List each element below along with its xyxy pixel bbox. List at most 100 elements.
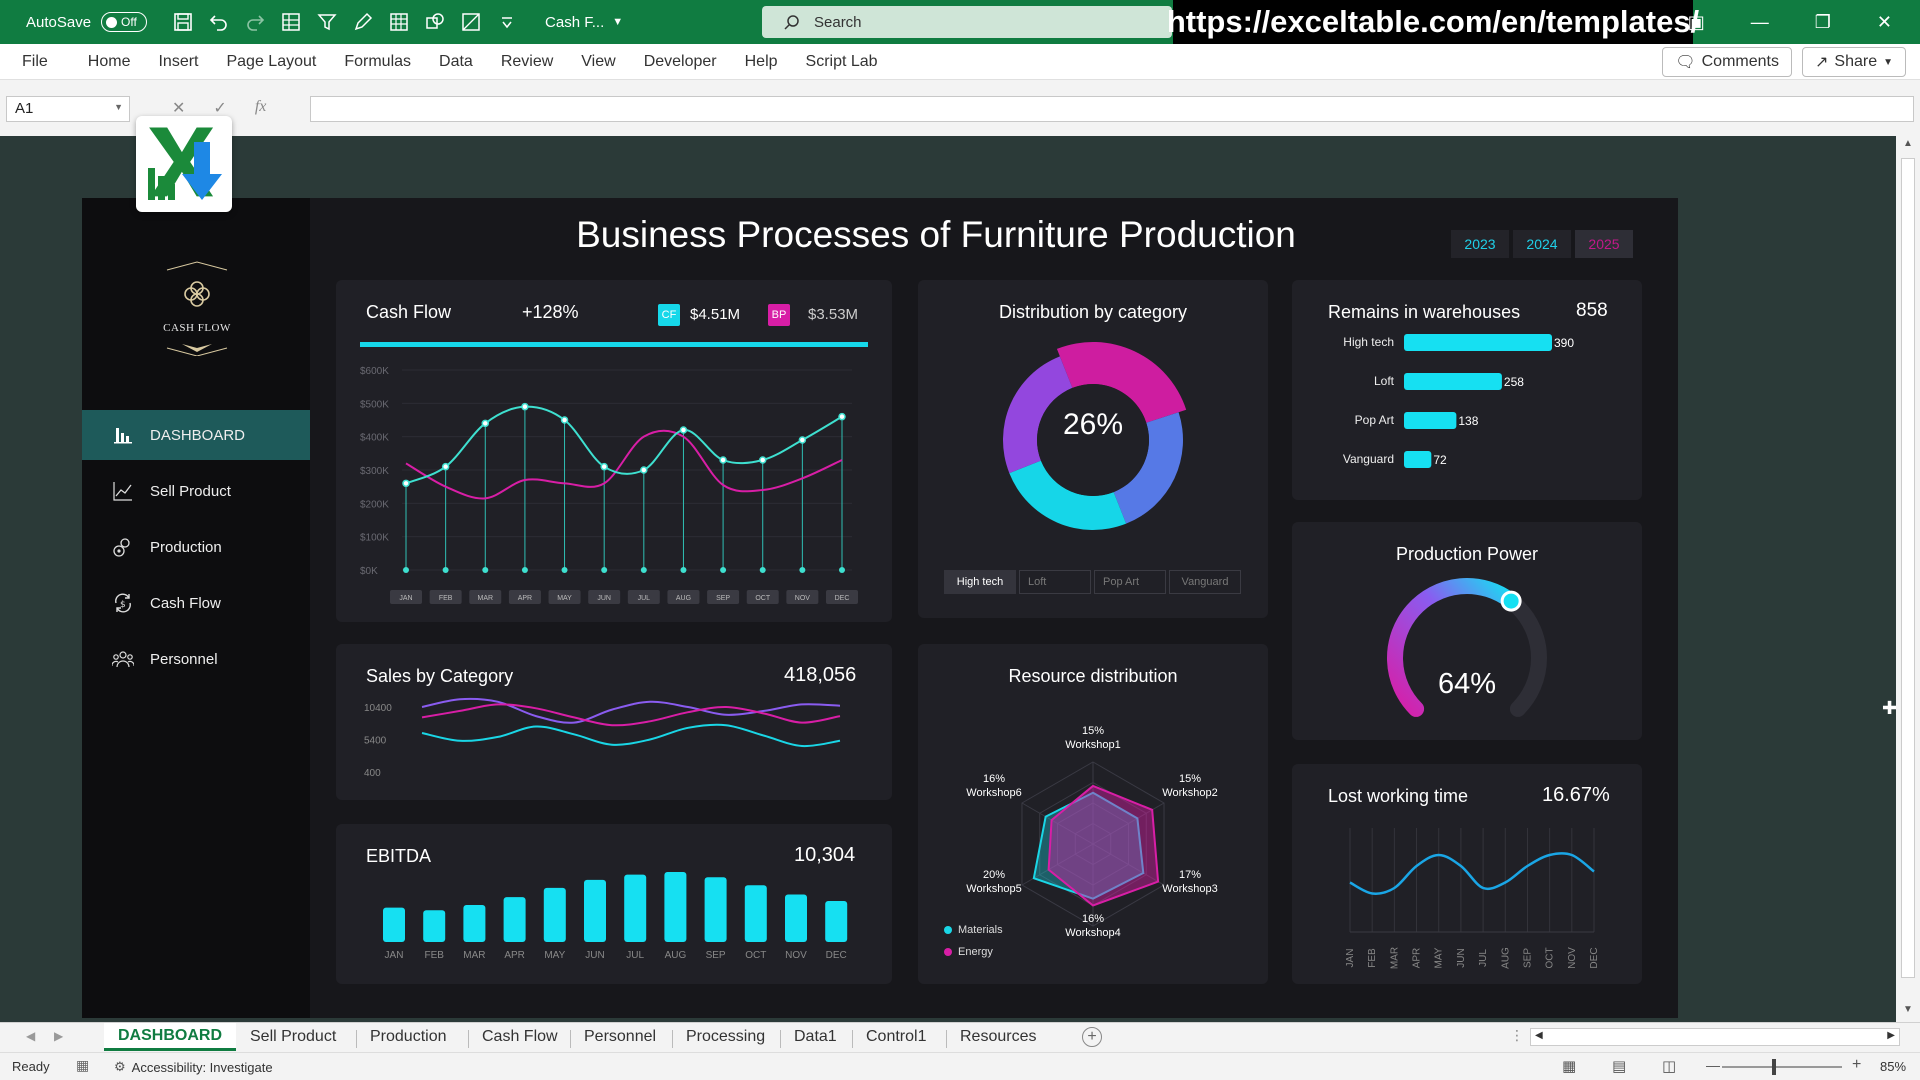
grid-icon[interactable] bbox=[389, 12, 409, 32]
sheet-tab-resources[interactable]: Resources bbox=[946, 1023, 1050, 1051]
filter-icon[interactable] bbox=[317, 12, 337, 32]
add-sheet-icon[interactable]: + bbox=[1082, 1027, 1102, 1047]
scroll-right-icon[interactable]: ▶ bbox=[1887, 1030, 1895, 1041]
menu-page-layout[interactable]: Page Layout bbox=[212, 53, 330, 71]
year-2024-button[interactable]: 2024 bbox=[1513, 230, 1571, 258]
sheet-tab-cash-flow[interactable]: Cash Flow bbox=[468, 1023, 572, 1051]
radar-category-label: Workshop5 bbox=[966, 883, 1021, 895]
x-tick-label: JUN bbox=[597, 595, 611, 602]
format-icon[interactable] bbox=[461, 12, 481, 32]
zoom-level[interactable]: 85% bbox=[1880, 1059, 1906, 1074]
category-button-vanguard[interactable]: Vanguard bbox=[1169, 570, 1241, 594]
nav-production[interactable]: Production bbox=[82, 522, 310, 572]
autosave-toggle[interactable]: Off bbox=[101, 12, 148, 32]
category-button-pop-art[interactable]: Pop Art bbox=[1094, 570, 1166, 594]
ribbon-display-icon[interactable]: ▣ bbox=[1688, 12, 1705, 33]
bar bbox=[503, 897, 526, 942]
undo-icon[interactable] bbox=[209, 12, 229, 32]
shapes-icon[interactable] bbox=[425, 12, 445, 32]
restore-icon[interactable]: ❐ bbox=[1815, 12, 1831, 33]
year-2023-button[interactable]: 2023 bbox=[1451, 230, 1509, 258]
y-tick-label: $300K bbox=[360, 466, 389, 477]
search-box[interactable]: Search bbox=[762, 6, 1172, 38]
menu-home[interactable]: Home bbox=[74, 53, 145, 71]
function-icon[interactable]: fx bbox=[255, 98, 267, 118]
document-name[interactable]: Cash F... bbox=[545, 14, 604, 31]
zoom-slider[interactable] bbox=[1722, 1066, 1842, 1068]
series-line-bp bbox=[405, 429, 843, 500]
menu-file[interactable]: File bbox=[0, 53, 74, 71]
category-button-loft[interactable]: Loft bbox=[1019, 570, 1091, 594]
pen-icon[interactable] bbox=[353, 12, 373, 32]
nav-label: Production bbox=[150, 538, 222, 556]
minimize-icon[interactable]: — bbox=[1751, 12, 1769, 33]
close-icon[interactable]: ✕ bbox=[1877, 12, 1892, 33]
scroll-up-icon[interactable]: ▲ bbox=[1903, 138, 1913, 149]
x-tick-label: JAN bbox=[1345, 949, 1356, 968]
tab-scroll-left-icon[interactable]: ◀ bbox=[26, 1029, 35, 1043]
save-icon[interactable] bbox=[173, 12, 193, 32]
confirm-icon[interactable]: ✓ bbox=[213, 98, 226, 118]
customize-icon[interactable] bbox=[497, 12, 517, 32]
menu-data[interactable]: Data bbox=[425, 53, 487, 71]
bar bbox=[664, 872, 687, 942]
formula-input[interactable] bbox=[310, 96, 1914, 122]
menu-view[interactable]: View bbox=[567, 53, 629, 71]
bar bbox=[785, 894, 807, 942]
menu-insert[interactable]: Insert bbox=[144, 53, 212, 71]
macro-record-icon[interactable]: ▦ bbox=[76, 1057, 89, 1074]
bar bbox=[704, 877, 727, 942]
sheet-tab-data1[interactable]: Data1 bbox=[780, 1023, 851, 1051]
accessibility-status[interactable]: ⚙ Accessibility: Investigate bbox=[114, 1059, 273, 1075]
sheet-tab-production[interactable]: Production bbox=[356, 1023, 461, 1051]
zoom-in-icon[interactable]: + bbox=[1852, 1056, 1861, 1074]
scroll-down-icon[interactable]: ▼ bbox=[1903, 1004, 1913, 1015]
category-button-high-tech[interactable]: High tech bbox=[944, 570, 1016, 594]
menu-formulas[interactable]: Formulas bbox=[330, 53, 425, 71]
scroll-thumb[interactable] bbox=[1901, 158, 1915, 978]
nav-label: DASHBOARD bbox=[150, 426, 246, 444]
x-tick-label: OCT bbox=[745, 950, 766, 961]
menu-review[interactable]: Review bbox=[487, 53, 567, 71]
nav-cash-flow[interactable]: $ Cash Flow bbox=[82, 578, 310, 628]
sheet-tab-processing[interactable]: Processing bbox=[672, 1023, 779, 1051]
move-cursor-icon: ✚ bbox=[1882, 698, 1898, 718]
nav-dashboard[interactable]: DASHBOARD bbox=[82, 410, 310, 460]
page-break-view-icon[interactable]: ◫ bbox=[1662, 1057, 1676, 1075]
sheet-tab-sell-product[interactable]: Sell Product bbox=[236, 1023, 350, 1051]
tab-scroll-right-icon[interactable]: ▶ bbox=[54, 1029, 63, 1043]
comments-button[interactable]: 🗨 Comments bbox=[1662, 47, 1792, 77]
sheet-tab-control1[interactable]: Control1 bbox=[852, 1023, 940, 1051]
normal-view-icon[interactable]: ▦ bbox=[1562, 1057, 1576, 1075]
page-layout-view-icon[interactable]: ▤ bbox=[1612, 1057, 1626, 1075]
table-icon[interactable] bbox=[281, 12, 301, 32]
name-box[interactable]: A1 ▼ bbox=[6, 96, 130, 122]
scroll-left-icon[interactable]: ◀ bbox=[1535, 1030, 1543, 1041]
zoom-slider-thumb[interactable] bbox=[1772, 1059, 1776, 1075]
nav-sell-product[interactable]: Sell Product bbox=[82, 466, 310, 516]
nav-personnel[interactable]: Personnel bbox=[82, 634, 310, 684]
vertical-scrollbar[interactable]: ▲ ▼ bbox=[1896, 136, 1920, 1022]
share-button[interactable]: ↗ Share ▼ bbox=[1801, 47, 1906, 77]
x-tick-label: NOV bbox=[1567, 947, 1578, 969]
bar-value-label: 138 bbox=[1458, 414, 1478, 428]
horizontal-scrollbar[interactable]: ◀ ▶ bbox=[1530, 1028, 1900, 1046]
base-point bbox=[640, 567, 647, 573]
year-2025-button[interactable]: 2025 bbox=[1575, 230, 1633, 258]
zoom-out-icon[interactable]: — bbox=[1706, 1057, 1720, 1073]
bar-value-label: 258 bbox=[1504, 375, 1524, 389]
menu-help[interactable]: Help bbox=[731, 53, 792, 71]
menu-script-lab[interactable]: Script Lab bbox=[792, 53, 892, 71]
status-bar: Ready ▦ ⚙ Accessibility: Investigate ▦ ▤… bbox=[0, 1052, 1920, 1080]
cancel-icon[interactable]: ✕ bbox=[172, 98, 185, 118]
menu-developer[interactable]: Developer bbox=[630, 53, 731, 71]
y-tick-label: $100K bbox=[360, 533, 389, 544]
radar-percent-label: 20% bbox=[983, 869, 1005, 881]
chevron-down-icon[interactable]: ▼ bbox=[612, 16, 623, 28]
radar-percent-label: 15% bbox=[1179, 773, 1201, 785]
sheet-tab-dashboard[interactable]: DASHBOARD bbox=[104, 1023, 236, 1051]
sheet-tab-personnel[interactable]: Personnel bbox=[570, 1023, 670, 1051]
redo-icon[interactable] bbox=[245, 12, 265, 32]
data-point bbox=[600, 462, 608, 471]
tab-options-icon[interactable]: ⋮ bbox=[1510, 1027, 1524, 1044]
